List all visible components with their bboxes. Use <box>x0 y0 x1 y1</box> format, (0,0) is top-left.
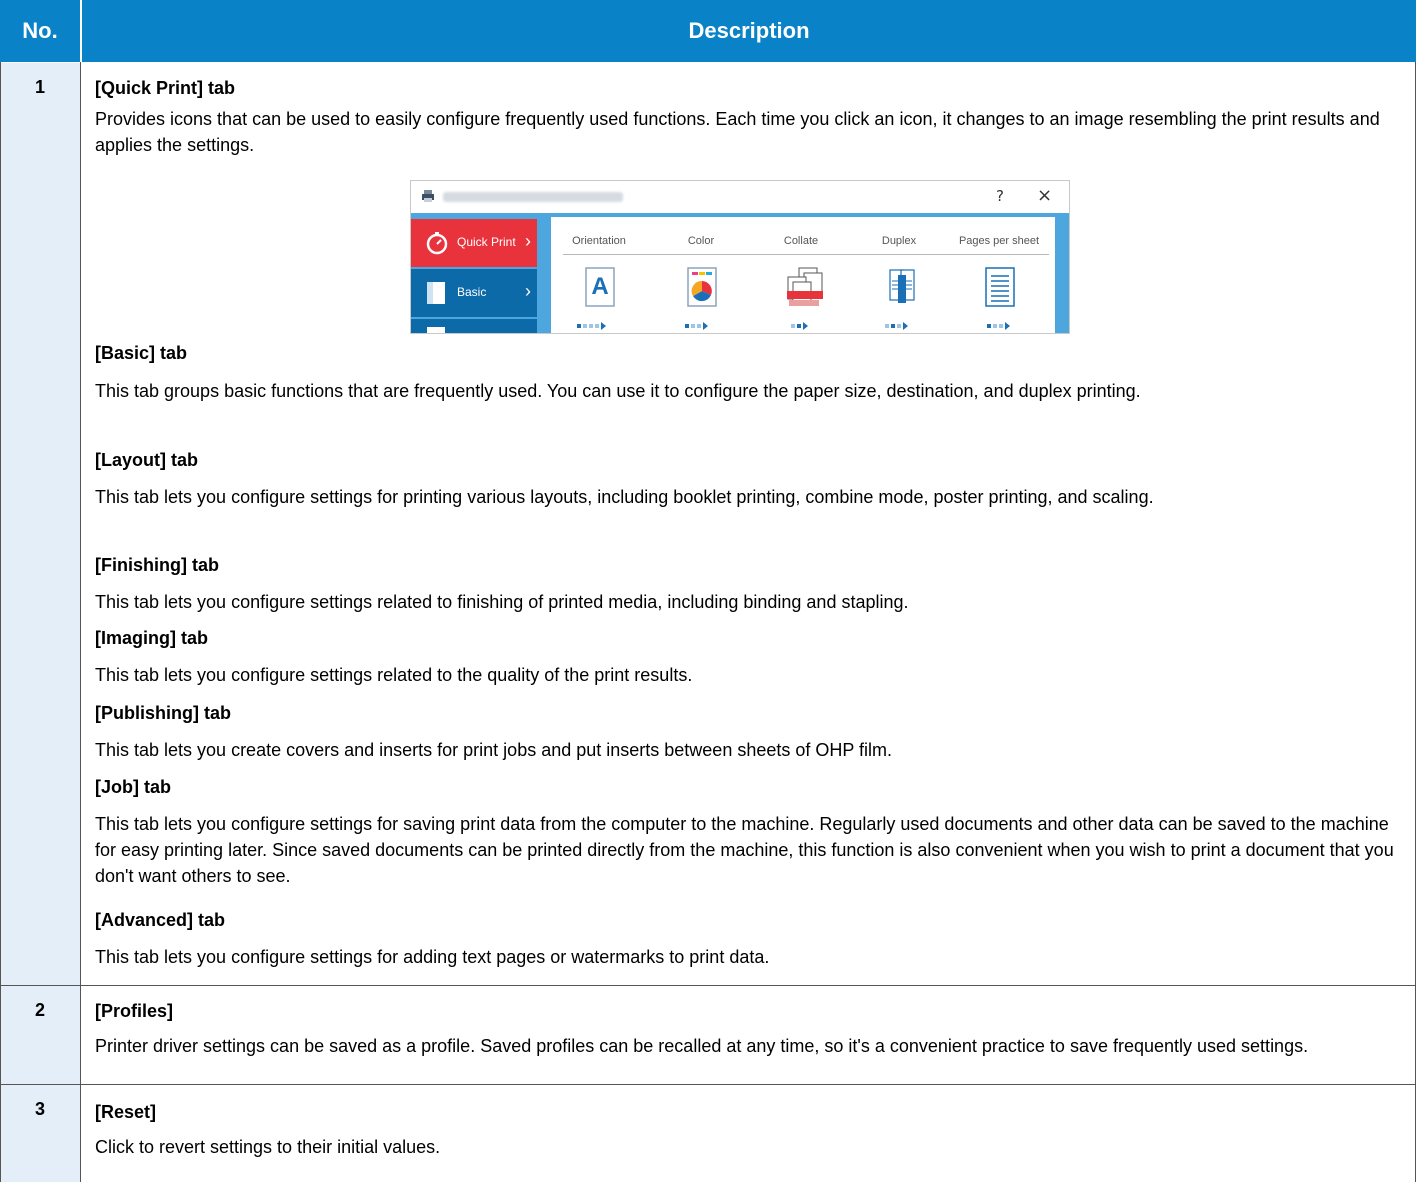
chevron-right-icon: › <box>525 281 531 301</box>
row-3-number-cell: 3 <box>0 1085 80 1182</box>
collate-toggle[interactable] <box>785 267 825 307</box>
finishing-tab-heading: [Finishing] tab <box>95 555 219 575</box>
sidebar-item-quick-print[interactable]: Quick Print › <box>411 219 537 267</box>
publishing-tab-heading: [Publishing] tab <box>95 703 231 723</box>
orientation-pager <box>577 317 606 330</box>
sidebar-item-label: Quick Print <box>457 235 516 249</box>
color-toggle[interactable] <box>687 267 717 307</box>
duplex-toggle[interactable] <box>887 267 917 307</box>
row-2-number-cell: 2 <box>0 986 80 1084</box>
orientation-letter: A <box>591 273 609 300</box>
color-page-icon <box>687 267 717 307</box>
pages-per-sheet-toggle[interactable] <box>985 267 1015 307</box>
row-3-number: 3 <box>34 1099 45 1119</box>
reset-heading: [Reset] <box>95 1102 157 1122</box>
table-header: No. Description <box>0 0 1416 62</box>
pages-per-sheet-pager <box>987 317 1010 330</box>
header-no: No. <box>22 18 58 43</box>
basic-tab-text: This tab groups basic functions that are… <box>95 381 1141 401</box>
column-orientation: Orientation <box>572 235 626 247</box>
chevron-right-icon: › <box>525 231 531 251</box>
row-1-number: 1 <box>34 77 45 97</box>
page-icon <box>427 282 445 304</box>
sidebar-item-label: Basic <box>457 285 487 299</box>
column-collate: Collate <box>783 235 819 247</box>
stopwatch-icon <box>426 232 448 255</box>
sidebar-item-next[interactable] <box>411 319 537 333</box>
duplex-pager <box>885 317 908 330</box>
color-pager <box>685 317 708 330</box>
quick-print-text: Provides icons that can be used to easil… <box>95 109 1380 155</box>
table-left-border <box>0 62 1 1182</box>
close-icon[interactable]: × <box>1037 185 1052 206</box>
advanced-tab-text: This tab lets you configure settings for… <box>95 947 770 967</box>
basic-tab-heading: [Basic] tab <box>95 343 188 363</box>
collate-pages-icon <box>787 267 823 306</box>
single-page-layout-icon <box>985 267 1015 307</box>
quick-print-heading: [Quick Print] tab <box>95 78 236 98</box>
job-tab-heading: [Job] tab <box>95 777 171 797</box>
profiles-heading: [Profiles] <box>95 1001 174 1021</box>
description-table: No. Description 1 2 3 [Quick Print] tab … <box>0 0 1416 1182</box>
finishing-tab-text: This tab lets you configure settings rel… <box>95 592 909 612</box>
blurred-window-title <box>443 192 623 202</box>
imaging-tab-text: This tab lets you configure settings rel… <box>95 665 693 685</box>
advanced-tab-heading: [Advanced] tab <box>95 910 226 930</box>
column-duplex: Duplex <box>881 235 917 247</box>
reset-text: Click to revert settings to their initia… <box>95 1137 441 1157</box>
column-color: Color <box>687 235 715 247</box>
row-divider-2 <box>0 1084 1416 1085</box>
collate-pager <box>791 317 808 330</box>
publishing-tab-text: This tab lets you create covers and inse… <box>95 740 893 760</box>
driver-screenshot: ? × Quick Print › Basic › Orientation Co… <box>410 180 1070 334</box>
row-divider-1 <box>0 985 1416 986</box>
help-icon[interactable]: ? <box>996 187 1004 205</box>
imaging-tab-heading: [Imaging] tab <box>95 628 208 648</box>
orientation-toggle[interactable]: A <box>585 267 615 307</box>
column-divider <box>80 62 81 1182</box>
row-1-number-cell: 1 <box>0 63 80 985</box>
job-tab-text: This tab lets you configure settings for… <box>95 814 1394 886</box>
screenshot-titlebar: ? × <box>411 181 1069 213</box>
quick-print-panel: Orientation Color Collate Duplex Pages p… <box>551 217 1055 333</box>
sidebar-item-basic[interactable]: Basic › <box>411 269 537 317</box>
column-header-divider <box>563 254 1049 255</box>
column-pages-per-sheet: Pages per sheet <box>958 235 1040 247</box>
printer-icon <box>422 190 434 202</box>
layout-tab-heading: [Layout] tab <box>95 450 198 470</box>
page-icon <box>427 327 445 333</box>
row-2-number: 2 <box>34 1000 45 1020</box>
layout-tab-text: This tab lets you configure settings for… <box>95 487 1154 507</box>
duplex-pages-icon <box>889 269 915 303</box>
header-description: Description <box>688 18 810 43</box>
profiles-text: Printer driver settings can be saved as … <box>95 1036 1309 1056</box>
